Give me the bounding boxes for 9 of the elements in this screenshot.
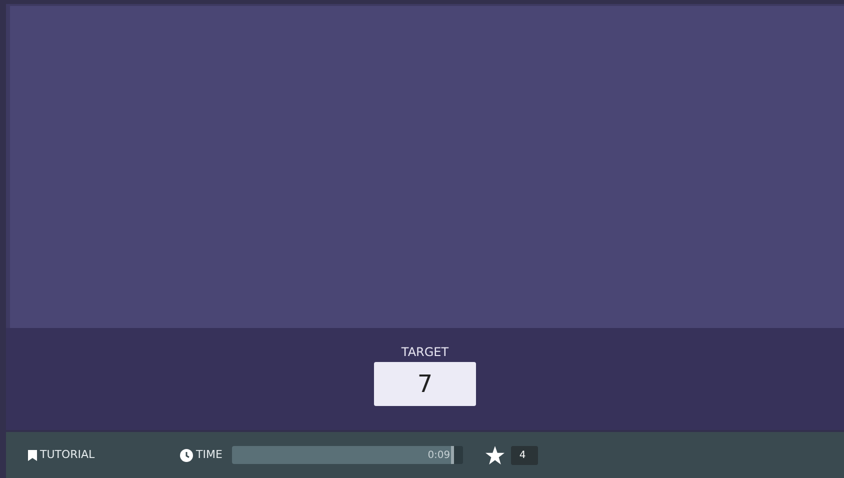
target-value: 7 [374,362,476,406]
time-label: TIME [196,446,222,463]
clock-icon [180,448,193,462]
timer-reading: 0:09 [428,448,452,462]
star-icon [485,446,506,464]
bookmark-icon [28,450,37,460]
target-label: TARGET [401,345,449,359]
tutorial-link[interactable]: TUTORIAL [40,446,95,464]
star-count: 4 [511,446,538,464]
